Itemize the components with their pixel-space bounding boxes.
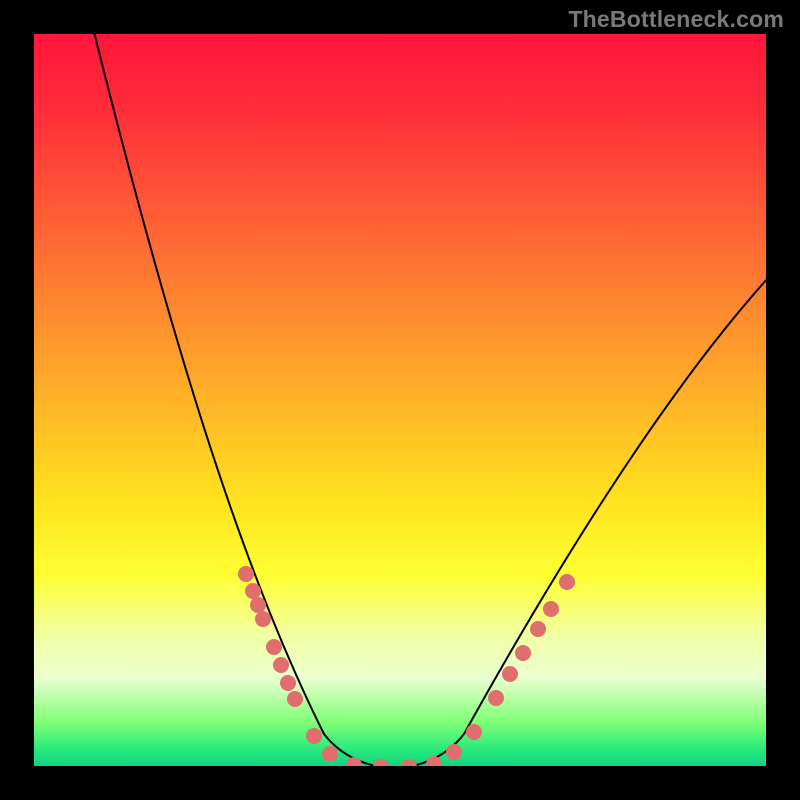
curve-marker bbox=[466, 724, 482, 740]
curve-marker bbox=[543, 601, 559, 617]
curve-marker bbox=[273, 657, 289, 673]
curve-marker bbox=[280, 675, 296, 691]
curve-marker bbox=[250, 597, 266, 613]
curve-marker bbox=[502, 666, 518, 682]
curve-marker bbox=[426, 756, 442, 766]
curve-marker bbox=[488, 690, 504, 706]
curve-marker bbox=[245, 583, 261, 599]
watermark: TheBottleneck.com bbox=[568, 6, 784, 33]
chart-frame: TheBottleneck.com bbox=[0, 0, 800, 800]
curve-marker bbox=[446, 744, 462, 760]
curve-marker bbox=[401, 759, 417, 766]
bottleneck-curve bbox=[92, 34, 766, 766]
curve-marker bbox=[287, 691, 303, 707]
marker-group bbox=[238, 566, 575, 766]
curve-marker bbox=[322, 746, 338, 762]
plot-area bbox=[34, 34, 766, 766]
curve-marker bbox=[530, 621, 546, 637]
curve-layer bbox=[34, 34, 766, 766]
curve-marker bbox=[515, 645, 531, 661]
curve-marker bbox=[238, 566, 254, 582]
curve-marker bbox=[373, 759, 389, 766]
curve-marker bbox=[266, 639, 282, 655]
curve-marker bbox=[559, 574, 575, 590]
curve-marker bbox=[306, 728, 322, 744]
curve-marker bbox=[255, 611, 271, 627]
curve-marker bbox=[346, 757, 362, 766]
